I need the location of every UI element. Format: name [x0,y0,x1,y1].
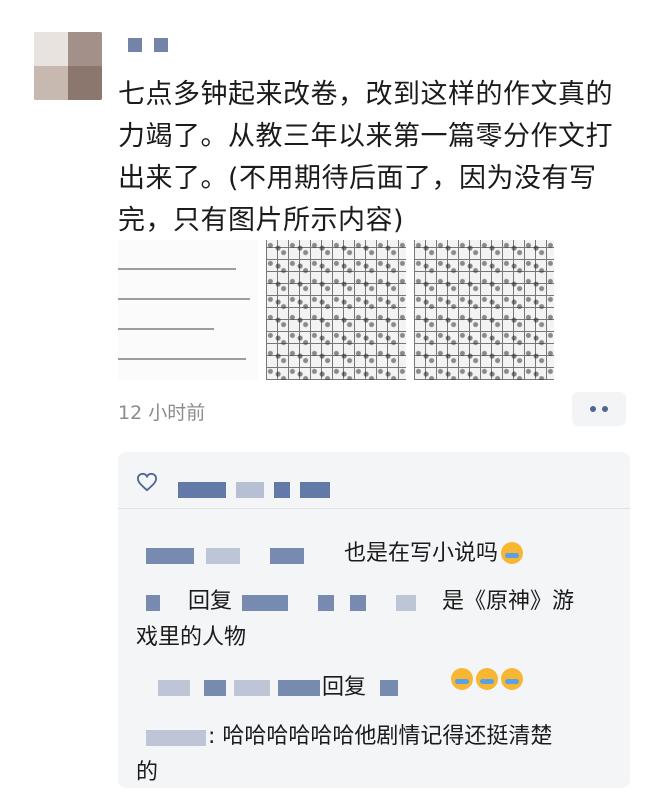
post-image-3[interactable] [414,240,554,380]
comments-panel: 也是在写小说吗 回复 是《原神》游 戏里的人物 回复 : 哈哈哈哈哈哈他剧情记得… [118,452,630,788]
avatar-pixel [68,32,102,66]
commenter-name-blurred[interactable] [158,680,190,696]
commenter-name-blurred[interactable] [206,548,240,564]
reply-target-blurred[interactable] [380,680,398,696]
commenter-name-blurred[interactable] [270,548,304,564]
more-options-button[interactable] [572,392,626,426]
avatar-pixel [68,66,102,100]
divider [118,508,630,509]
crying-laughing-emoji [451,668,473,690]
comment-2-text-b: 戏里的人物 [136,625,247,650]
avatar-pixel [34,32,68,66]
blur-block [128,38,142,52]
text-line [118,298,250,300]
reply-target-blurred[interactable] [350,595,366,611]
post-time: 12 小时前 [118,402,206,424]
post-text: 七点多钟起来改卷，改到这样的作文真的力竭了。从教三年以来第一篇零分作文打出来了。… [118,79,613,236]
reply-target-blurred[interactable] [242,595,288,611]
blur-block [236,482,264,498]
text-line [118,268,236,270]
text-line [118,328,214,330]
comment-2-text-a: 是《原神》游 [442,589,575,614]
commenter-name-blurred[interactable] [234,680,270,696]
crying-laughing-emoji [476,668,498,690]
emoji-group [448,667,523,692]
reply-target-blurred[interactable] [318,595,334,611]
crying-laughing-emoji [501,542,524,564]
crying-laughing-emoji [501,668,523,690]
heart-icon[interactable] [136,472,158,492]
comment-4-text-a: : 哈哈哈哈哈哈他剧情记得还挺清楚 [208,724,553,749]
avatar-pixel [34,66,68,100]
dot-icon [590,406,596,412]
blur-block [274,482,290,498]
commenter-name-blurred[interactable] [278,680,320,696]
username-blurred[interactable] [128,38,168,52]
commenter-name-blurred[interactable] [146,730,206,746]
commenter-name-blurred[interactable] [146,548,194,564]
reply-label: 回复 [188,589,233,614]
text-line [118,358,246,360]
blur-block [178,482,226,498]
image-grid [118,240,554,380]
dot-icon [602,406,608,412]
reply-label: 回复 [322,675,367,700]
post-image-2[interactable] [266,240,406,380]
comment-4-text-b: 的 [136,760,159,785]
post-image-1[interactable] [118,240,258,380]
blur-block [300,482,330,498]
blur-block [154,38,168,52]
comment-text: 也是在写小说吗 [344,535,524,567]
commenter-name-blurred[interactable] [204,680,226,696]
avatar[interactable] [34,32,102,100]
comment-1-text: 也是在写小说吗 [344,541,499,566]
reply-target-blurred[interactable] [396,595,416,611]
commenter-name-blurred[interactable] [146,595,160,611]
likes-names-blurred[interactable] [178,482,330,498]
likes-row [118,452,630,508]
